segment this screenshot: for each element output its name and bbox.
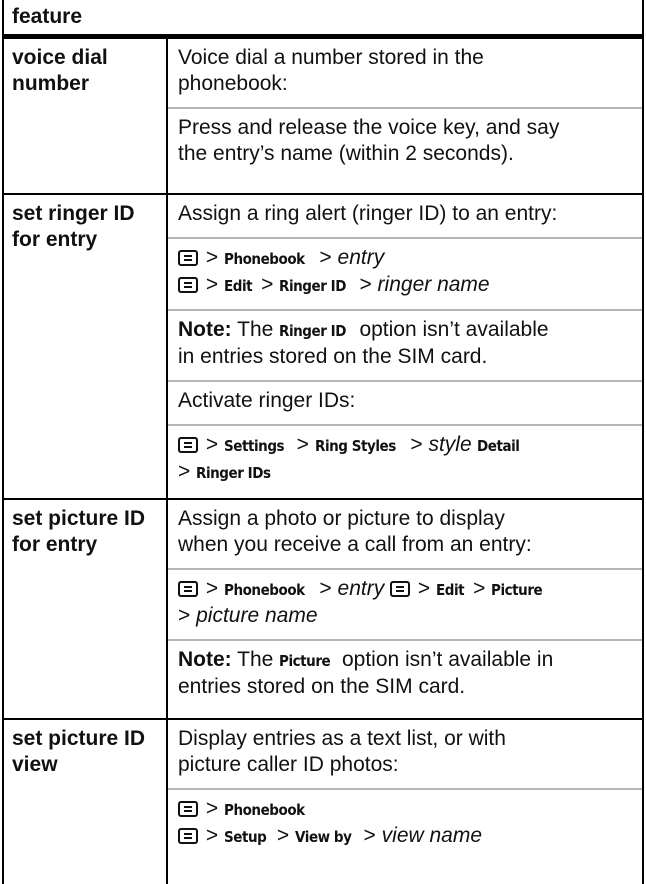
menu-keyword: Phonebook	[223, 250, 305, 268]
menu-path: > Setup > View by > view name	[178, 823, 630, 850]
menu-path: > Ringer IDs	[178, 459, 630, 486]
menu-variable: entry	[337, 577, 385, 600]
note-line: Note: The Picture option isn’t available…	[178, 647, 630, 674]
menu-variable: picture name	[196, 604, 318, 627]
menu-key-icon	[178, 277, 198, 293]
feature-name-line: for entry	[12, 228, 98, 251]
feature-name: set ringer ID for entry	[4, 195, 166, 498]
feature-name: voice dial number	[4, 39, 166, 193]
note-label: Note:	[178, 648, 232, 671]
feature-name-line: voice dial	[12, 46, 108, 69]
feature-name: set picture ID view	[4, 720, 166, 884]
menu-variable: ringer name	[377, 273, 490, 296]
note-text: in entries stored on the SIM card.	[178, 345, 488, 368]
note-text: The	[237, 648, 274, 671]
menu-key-icon	[178, 437, 198, 453]
text-line: when you receive a call from an entry:	[178, 533, 532, 556]
menu-path: > Phonebook > entry	[178, 245, 630, 272]
description-block: Press and release the voice key, and say…	[168, 109, 642, 177]
feature-name-line: set picture ID	[12, 507, 146, 530]
menu-path: > Edit > Ringer ID > ringer name	[178, 272, 630, 299]
menu-keyword: Edit	[223, 277, 253, 295]
feature-name-line: for entry	[12, 533, 98, 556]
note-text: option isn’t available in	[341, 648, 554, 671]
text-line: Assign a photo or picture to display	[178, 507, 505, 530]
menu-keyword: Phonebook	[223, 581, 305, 599]
description-block: Voice dial a number stored in the phoneb…	[168, 39, 642, 109]
menu-keyword: Edit	[436, 581, 465, 599]
text-line: phonebook:	[178, 72, 288, 95]
note-text: option isn’t available	[359, 318, 549, 341]
text-line: the entry’s name (within 2 seconds).	[178, 142, 514, 165]
menu-path: > Settings > Ring Styles > style Detail	[178, 432, 630, 459]
menu-keyword: Phonebook	[223, 801, 305, 819]
text-line: Display entries as a text list, or with	[178, 727, 506, 750]
menu-keyword: Picture	[279, 652, 331, 670]
menu-path: > picture name	[178, 604, 318, 627]
description-block: Display entries as a text list, or with …	[168, 720, 642, 790]
note-text: The	[237, 318, 274, 341]
menu-keyword: View by	[294, 828, 352, 846]
note-block: Note: The Picture option isn’t available…	[168, 641, 642, 710]
menu-keyword: Ringer ID	[279, 322, 347, 340]
table-row: voice dial number Voice dial a number st…	[2, 39, 644, 195]
feature-table: feature voice dial number Voice dial a n…	[2, 0, 644, 884]
manual-page: feature voice dial number Voice dial a n…	[0, 0, 646, 884]
feature-description: Display entries as a text list, or with …	[166, 720, 642, 884]
feature-description: Voice dial a number stored in the phoneb…	[166, 39, 642, 193]
menu-key-icon	[178, 801, 198, 817]
menu-key-icon	[178, 581, 198, 597]
note-label: Note:	[178, 318, 232, 341]
menu-keyword: Setup	[223, 828, 267, 846]
menu-path-block: > Phonebook > Setup > View by > view nam…	[168, 790, 642, 860]
feature-name-line: set ringer ID	[12, 202, 135, 225]
feature-name: set picture ID for entry	[4, 500, 166, 718]
feature-name-line: number	[12, 72, 90, 95]
table-header: feature	[2, 0, 644, 39]
table-row: set picture ID for entry Assign a photo …	[2, 500, 644, 720]
menu-variable: style	[428, 433, 472, 456]
feature-name-line: set picture ID	[12, 727, 146, 750]
text-line: Press and release the voice key, and say	[178, 116, 560, 139]
feature-name-line: view	[12, 753, 58, 776]
menu-path: > Phonebook > entry > Edit > Picture	[178, 576, 630, 603]
description-block: Assign a ring alert (ringer ID) to an en…	[168, 195, 642, 239]
menu-keyword: Ringer IDs	[196, 464, 271, 482]
menu-path-block: > Phonebook > entry > Edit > Ringer ID >…	[168, 239, 642, 311]
note-line: Note: The Ringer ID option isn’t availab…	[178, 317, 630, 344]
menu-keyword: Ring Styles	[314, 437, 396, 455]
menu-path-block: > Phonebook > entry > Edit > Picture > p…	[168, 570, 642, 641]
note-block: Note: The Ringer ID option isn’t availab…	[168, 311, 642, 382]
text-line: Assign a ring alert (ringer ID) to an en…	[178, 202, 558, 225]
note-text: entries stored on the SIM card.	[178, 675, 466, 698]
menu-keyword: Ringer ID	[279, 277, 347, 295]
menu-key-icon	[178, 250, 198, 266]
table-row: set ringer ID for entry Assign a ring al…	[2, 195, 644, 500]
text-line: picture caller ID photos:	[178, 753, 399, 776]
menu-path: > Phonebook	[178, 796, 630, 823]
description-block: Assign a photo or picture to display whe…	[168, 500, 642, 570]
menu-keyword: Picture	[491, 581, 543, 599]
menu-keyword: Settings	[223, 437, 285, 455]
menu-path-block: > Settings > Ring Styles > style Detail …	[168, 426, 642, 496]
menu-variable: view name	[381, 824, 483, 847]
menu-key-icon	[390, 581, 411, 597]
text-line: Activate ringer IDs:	[178, 389, 356, 412]
text-line: Voice dial a number stored in the	[178, 46, 484, 69]
menu-variable: entry	[337, 246, 385, 269]
menu-key-icon	[178, 828, 198, 844]
feature-description: Assign a ring alert (ringer ID) to an en…	[166, 195, 642, 498]
description-block: Activate ringer IDs:	[168, 382, 642, 426]
table-row: set picture ID view Display entries as a…	[2, 720, 644, 884]
feature-description: Assign a photo or picture to display whe…	[166, 500, 642, 718]
menu-keyword: Detail	[477, 437, 520, 455]
